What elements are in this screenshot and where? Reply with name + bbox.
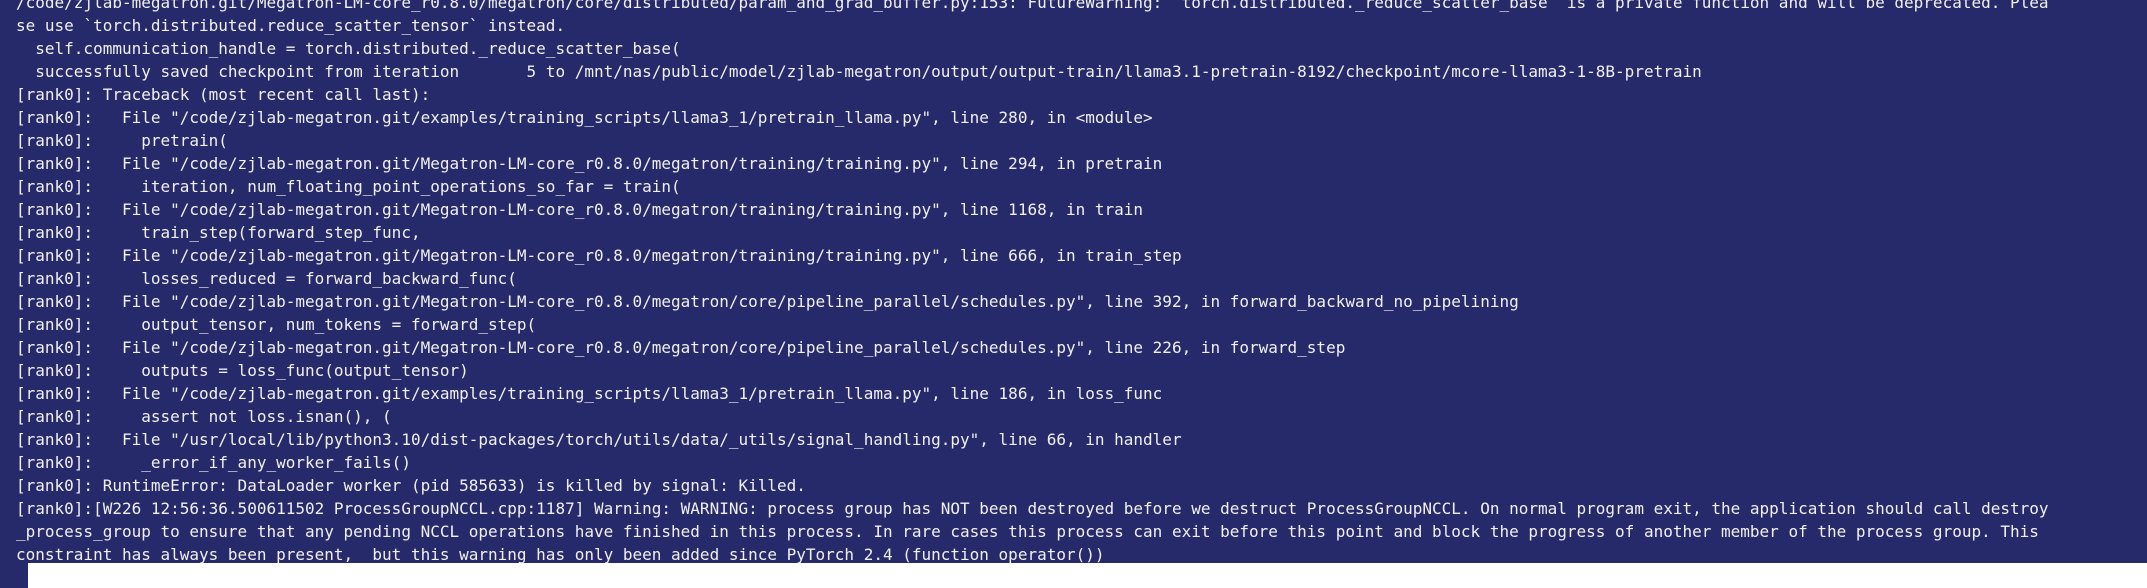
terminal-line: [rank0]: RuntimeError: DataLoader worker… (16, 476, 806, 495)
terminal-line: [rank0]:[W226 12:56:36.500611502 Process… (16, 499, 2049, 518)
terminal-line: [rank0]: Traceback (most recent call las… (16, 85, 431, 104)
terminal-line: [rank0]: File "/code/zjlab-megatron.git/… (16, 200, 1144, 219)
terminal-cursor (0, 563, 28, 588)
terminal-line: [rank0]: File "/code/zjlab-megatron.git/… (16, 384, 1163, 403)
terminal-line: [rank0]: iteration, num_floating_point_o… (16, 177, 681, 196)
terminal-line: [rank0]: File "/code/zjlab-megatron.git/… (16, 246, 1182, 265)
terminal-line: [rank0]: File "/code/zjlab-megatron.git/… (16, 154, 1163, 173)
terminal-line: [rank0]: losses_reduced = forward_backwa… (16, 269, 517, 288)
terminal-line: self.communication_handle = torch.distri… (16, 39, 681, 58)
terminal-line: se use `torch.distributed.reduce_scatter… (16, 16, 566, 35)
terminal-line: [rank0]: _error_if_any_worker_fails() (16, 453, 411, 472)
terminal-line: [rank0]: train_step(forward_step_func, (16, 223, 421, 242)
terminal-line: [rank0]: File "/usr/local/lib/python3.10… (16, 430, 1182, 449)
terminal-line: [rank0]: pretrain( (16, 131, 228, 150)
terminal-line: /code/zjlab-megatron.git/Megatron-LM-cor… (16, 0, 2049, 12)
terminal-lines: /code/zjlab-megatron.git/Megatron-LM-cor… (16, 0, 2049, 563)
terminal-output[interactable]: /code/zjlab-megatron.git/Megatron-LM-cor… (0, 0, 2147, 563)
terminal-line: [rank0]: File "/code/zjlab-megatron.git/… (16, 338, 1346, 357)
terminal-line: [rank0]: assert not loss.isnan(), ( (16, 407, 392, 426)
terminal-line: successfully saved checkpoint from itera… (16, 62, 1702, 81)
terminal-line: [rank0]: output_tensor, num_tokens = for… (16, 315, 537, 334)
terminal-line: constraint has always been present, but … (16, 545, 1105, 563)
terminal-line: _process_group to ensure that any pendin… (16, 522, 2039, 541)
terminal-line: [rank0]: File "/code/zjlab-megatron.git/… (16, 108, 1153, 127)
terminal-line: [rank0]: File "/code/zjlab-megatron.git/… (16, 292, 1519, 311)
terminal-line: [rank0]: outputs = loss_func(output_tens… (16, 361, 469, 380)
